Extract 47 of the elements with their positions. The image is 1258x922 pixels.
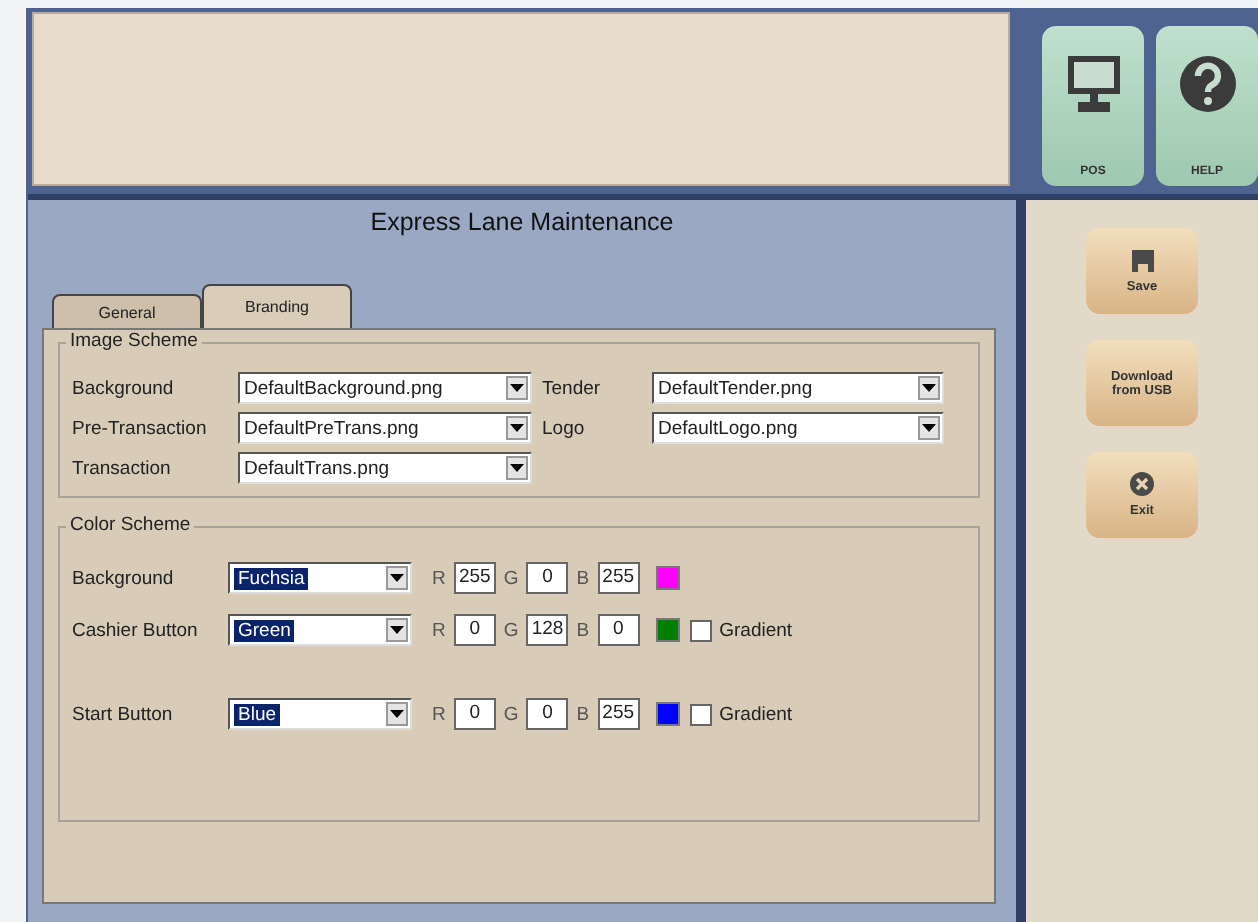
field-label: Logo	[542, 417, 587, 439]
save-icon	[1131, 249, 1153, 271]
tab[interactable]: Branding	[202, 284, 352, 328]
dropdown[interactable]: DefaultTender.png	[652, 372, 944, 404]
field-label: Transaction	[72, 457, 173, 479]
dropdown[interactable]: Fuchsia	[228, 562, 412, 594]
dropdown[interactable]: Green	[228, 614, 412, 646]
dropdown[interactable]: Blue	[228, 698, 412, 730]
input-field[interactable]: 0	[597, 614, 640, 646]
dropdown[interactable]: DefaultLogo.png	[652, 412, 944, 444]
dropdown[interactable]: DefaultPreTrans.png	[238, 412, 532, 444]
field-label: Pre-Transaction	[72, 417, 209, 439]
field-label: Background	[72, 377, 176, 399]
input-field[interactable]: 255	[597, 698, 640, 730]
field-label: Cashier Button	[72, 619, 200, 641]
dropdown[interactable]: DefaultBackground.png	[238, 372, 532, 404]
dropdown[interactable]: DefaultTrans.png	[238, 452, 532, 484]
field-label: Background	[72, 567, 176, 589]
input-field[interactable]: 0	[453, 698, 496, 730]
tab[interactable]: General	[52, 294, 202, 328]
input-field[interactable]: 128	[526, 614, 569, 646]
help-icon	[1177, 54, 1237, 114]
checkbox[interactable]	[689, 619, 712, 641]
group-legend: Image Scheme	[66, 330, 202, 352]
input-field[interactable]: 0	[526, 562, 569, 594]
group-legend: Color Scheme	[66, 514, 195, 536]
channel-label: B	[576, 703, 590, 725]
checkbox-label: Gradient	[719, 703, 793, 725]
channel-label: G	[503, 567, 519, 589]
input-field[interactable]: 0	[453, 614, 496, 646]
monitor-icon	[1065, 54, 1121, 114]
channel-label: R	[432, 567, 446, 589]
checkbox[interactable]	[689, 703, 712, 725]
field-label: Tender	[542, 377, 603, 399]
close-icon	[1130, 472, 1154, 496]
channel-label: B	[576, 619, 590, 641]
input-field[interactable]: 255	[453, 562, 496, 594]
input-field[interactable]: 0	[526, 698, 569, 730]
channel-label: G	[503, 619, 519, 641]
channel-label: R	[432, 703, 446, 725]
field-label: Start Button	[72, 703, 175, 725]
screen-title: Express Lane Maintenance	[368, 206, 676, 240]
checkbox-label: Gradient	[719, 619, 793, 641]
channel-label: B	[576, 567, 590, 589]
input-field[interactable]: 255	[597, 562, 640, 594]
channel-label: R	[432, 619, 446, 641]
channel-label: G	[503, 703, 519, 725]
